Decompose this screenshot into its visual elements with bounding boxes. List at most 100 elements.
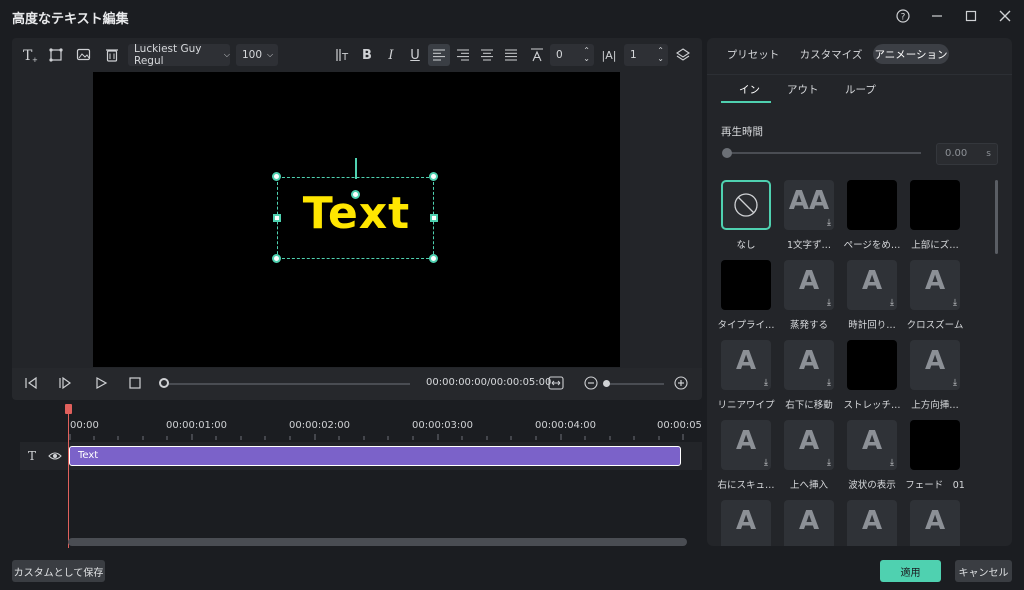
resize-handle-left[interactable]: [273, 214, 281, 222]
cancel-button[interactable]: キャンセル: [955, 560, 1012, 582]
effect-thumb[interactable]: A ⤓: [847, 260, 897, 310]
subtab-in[interactable]: イン: [739, 82, 760, 97]
effect-thumb[interactable]: A ⤓: [847, 420, 897, 470]
effect-thumb[interactable]: A ⤓: [784, 340, 834, 390]
effects-scrollbar[interactable]: [995, 180, 998, 254]
italic-button[interactable]: I: [382, 46, 400, 64]
duration-slider-thumb[interactable]: [722, 148, 732, 158]
resize-handle-bl[interactable]: [272, 254, 281, 263]
effect-label: 蒸発する: [789, 320, 828, 331]
text-height-icon[interactable]: T: [334, 46, 352, 64]
duration-input[interactable]: 0.00 s: [936, 143, 998, 165]
canvas-text[interactable]: Text: [278, 188, 435, 239]
save-custom-button[interactable]: カスタムとして保存: [12, 560, 105, 582]
char-spacing-input[interactable]: 0 ⌃ ⌄: [550, 44, 594, 66]
effect-preview-icon: A: [798, 426, 820, 456]
zoom-track[interactable]: [608, 383, 664, 385]
stop-icon[interactable]: [128, 376, 142, 394]
playhead[interactable]: [68, 406, 69, 548]
text-track-icon: T: [28, 449, 37, 463]
effect-label: 上部にズ…: [911, 240, 959, 251]
maximize-icon[interactable]: [960, 6, 982, 26]
subtab-out[interactable]: アウト: [787, 82, 819, 97]
resize-handle-tl[interactable]: [272, 172, 281, 181]
resize-handle-br[interactable]: [429, 254, 438, 263]
image-tool-icon[interactable]: [74, 46, 94, 64]
tab-preset[interactable]: プリセット: [721, 44, 785, 64]
layers-icon[interactable]: [674, 46, 692, 64]
effect-thumb[interactable]: A: [910, 500, 960, 546]
bold-button[interactable]: B: [358, 46, 376, 64]
fit-icon[interactable]: [548, 376, 564, 394]
next-frame-icon[interactable]: [58, 376, 72, 394]
zoom-thumb[interactable]: [603, 380, 610, 387]
delete-icon[interactable]: [102, 46, 122, 64]
zoom-out-icon[interactable]: [584, 376, 598, 394]
close-icon[interactable]: [994, 6, 1016, 26]
align-left-button[interactable]: [428, 44, 450, 66]
download-icon: ⤓: [764, 458, 768, 468]
download-icon: ⤓: [953, 378, 957, 388]
effect-thumb[interactable]: A ⤓: [721, 420, 771, 470]
effect-preview-icon: A: [924, 506, 946, 536]
font-family-select[interactable]: Luckiest Guy Regul ⌵: [128, 43, 230, 67]
duration-slider-track[interactable]: [725, 152, 921, 154]
progress-track[interactable]: [164, 383, 410, 385]
subtab-underline: [721, 101, 771, 103]
effect-thumb[interactable]: [847, 340, 897, 390]
text-toolbar: T + Luckiest Guy Regul ⌵ 100 ⌵ T B I U 0…: [12, 38, 702, 72]
align-right-button[interactable]: [454, 46, 472, 64]
text-clip[interactable]: Text: [69, 446, 681, 466]
effect-thumb[interactable]: [910, 180, 960, 230]
shape-tool-icon[interactable]: [46, 46, 66, 64]
eye-icon[interactable]: [48, 450, 62, 465]
effect-thumb[interactable]: A: [784, 500, 834, 546]
stepper-icon[interactable]: ⌃ ⌄: [583, 47, 590, 63]
effect-thumb[interactable]: A ⤓: [910, 260, 960, 310]
effect-none[interactable]: [721, 180, 771, 230]
stepper-icon[interactable]: ⌃ ⌄: [657, 47, 664, 63]
download-icon: ⤓: [827, 458, 831, 468]
line-spacing-icon: |A|: [601, 48, 617, 62]
effect-thumb[interactable]: A ⤓: [784, 420, 834, 470]
resize-handle-tr[interactable]: [429, 172, 438, 181]
effect-thumb[interactable]: [721, 260, 771, 310]
progress-thumb[interactable]: [159, 378, 169, 388]
effect-thumb[interactable]: A ⤓: [721, 340, 771, 390]
svg-text:T: T: [341, 52, 349, 63]
playhead-marker[interactable]: [65, 404, 72, 414]
effect-preview-icon: A: [735, 506, 757, 536]
text-tool-icon[interactable]: T +: [20, 46, 40, 64]
help-icon[interactable]: ?: [892, 6, 914, 26]
effect-thumb[interactable]: [847, 180, 897, 230]
tick-label: 00:00:03:00: [412, 420, 474, 431]
zoom-in-icon[interactable]: [674, 376, 688, 394]
text-bounding-box[interactable]: Text: [277, 177, 434, 259]
effect-label: タイプライ…: [717, 320, 775, 331]
effect-thumb[interactable]: A: [847, 500, 897, 546]
download-icon: ⤓: [827, 378, 831, 388]
align-justify-button[interactable]: [502, 46, 520, 64]
minimize-icon[interactable]: [926, 6, 948, 26]
tab-customize[interactable]: カスタマイズ: [795, 44, 867, 64]
time-ruler[interactable]: 00:00 00:00:01:00 00:00:02:00 00:00:03:0…: [68, 404, 702, 440]
subtab-loop[interactable]: ループ: [845, 82, 876, 97]
effect-thumb[interactable]: A: [721, 500, 771, 546]
apply-button[interactable]: 適用: [880, 560, 941, 582]
line-spacing-input[interactable]: 1 ⌃ ⌄: [624, 44, 668, 66]
font-size-select[interactable]: 100 ⌵: [236, 44, 278, 66]
play-icon[interactable]: [94, 376, 108, 394]
preview-canvas[interactable]: Text: [93, 72, 620, 367]
effect-thumb[interactable]: [910, 420, 960, 470]
underline-button[interactable]: U: [406, 46, 424, 64]
effect-thumb[interactable]: A ⤓: [784, 260, 834, 310]
tab-animation[interactable]: アニメーション: [873, 44, 949, 64]
download-icon: ⤓: [890, 458, 894, 468]
resize-handle-right[interactable]: [430, 214, 438, 222]
timeline-scrollbar[interactable]: [68, 538, 687, 546]
rotate-line: [355, 158, 357, 179]
prev-frame-icon[interactable]: [24, 376, 38, 394]
effect-thumb[interactable]: A ⤓: [910, 340, 960, 390]
effect-thumb[interactable]: AA ⤓: [784, 180, 834, 230]
align-center-button[interactable]: [478, 46, 496, 64]
